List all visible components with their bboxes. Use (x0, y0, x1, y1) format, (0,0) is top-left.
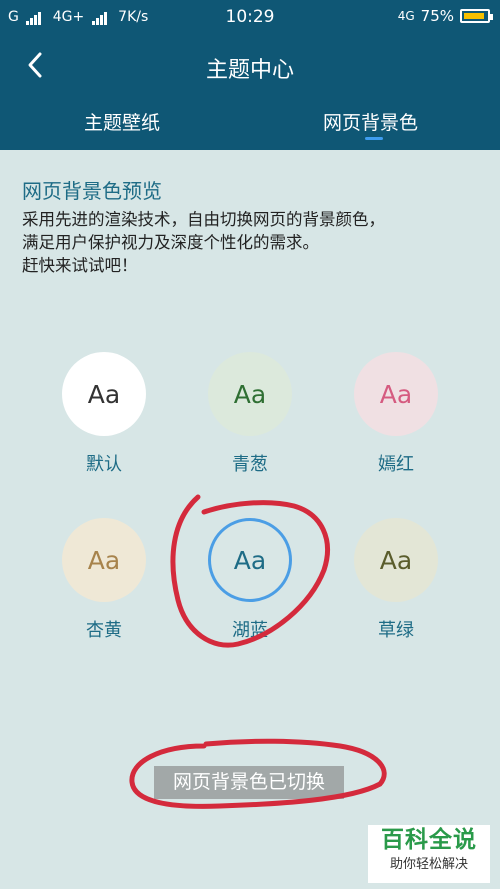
theme-sample: Aa (233, 379, 267, 409)
status-bar: G 4G+ 7K/s 10:29 4G 75% (0, 0, 500, 34)
watermark-logo: 百科全说 助你轻松解决 (368, 825, 490, 883)
theme-swatch: Aa (62, 352, 146, 436)
theme-label: 默认 (86, 454, 122, 475)
description-line: 采用先进的渲染技术，自由切换网页的背景颜色， (22, 210, 385, 229)
theme-option-apricot[interactable]: Aa 杏黄 (62, 518, 146, 642)
network-right-label: 4G (397, 9, 415, 23)
theme-option-green[interactable]: Aa 青葱 (208, 352, 292, 476)
theme-option-lake-blue[interactable]: Aa 湖蓝 (208, 518, 292, 642)
theme-swatch: Aa (208, 518, 292, 602)
tab-theme-wallpaper[interactable]: 主题壁纸 (84, 108, 160, 135)
battery-icon (460, 9, 493, 23)
tab-web-bg-color[interactable]: 网页背景色 (323, 108, 418, 135)
theme-swatch: Aa (62, 518, 146, 602)
theme-option-grass-green[interactable]: Aa 草绿 (354, 518, 438, 642)
theme-option-red[interactable]: Aa 嫣红 (354, 352, 438, 476)
toast-message: 网页背景色已切换 (154, 766, 344, 799)
watermark-title: 百科全说 (381, 827, 477, 853)
page-title: 主题中心 (205, 58, 294, 83)
battery-percent: 75% (420, 7, 454, 25)
description: 采用先进的渲染技术，自由切换网页的背景颜色， 满足用户保护视力及深度个性化的需求… (22, 208, 482, 277)
active-tab-indicator (365, 137, 383, 140)
description-line: 满足用户保护视力及深度个性化的需求。 (22, 233, 319, 252)
theme-sample: Aa (379, 545, 413, 575)
theme-swatch: Aa (354, 518, 438, 602)
theme-label: 湖蓝 (232, 620, 268, 641)
theme-label: 青葱 (232, 454, 268, 475)
main-content: 网页背景色预览 采用先进的渲染技术，自由切换网页的背景颜色， 满足用户保护视力及… (0, 150, 500, 889)
theme-label: 嫣红 (378, 454, 414, 475)
status-right: 4G 75% (397, 7, 493, 25)
theme-label: 草绿 (378, 620, 414, 641)
theme-option-default[interactable]: Aa 默认 (62, 352, 146, 476)
theme-swatch: Aa (208, 352, 292, 436)
theme-sample: Aa (87, 545, 121, 575)
theme-label: 杏黄 (86, 620, 122, 641)
theme-sample: Aa (379, 379, 413, 409)
theme-sample: Aa (233, 545, 267, 575)
section-title: 网页背景色预览 (22, 179, 162, 203)
app-header: G 4G+ 7K/s 10:29 4G 75% 主题中心 主题壁纸 网页背景色 (0, 0, 500, 150)
watermark-subtitle: 助你轻松解决 (389, 857, 468, 872)
theme-swatch: Aa (354, 352, 438, 436)
description-line: 赶快来试试吧！ (22, 256, 138, 275)
theme-sample: Aa (87, 379, 121, 409)
